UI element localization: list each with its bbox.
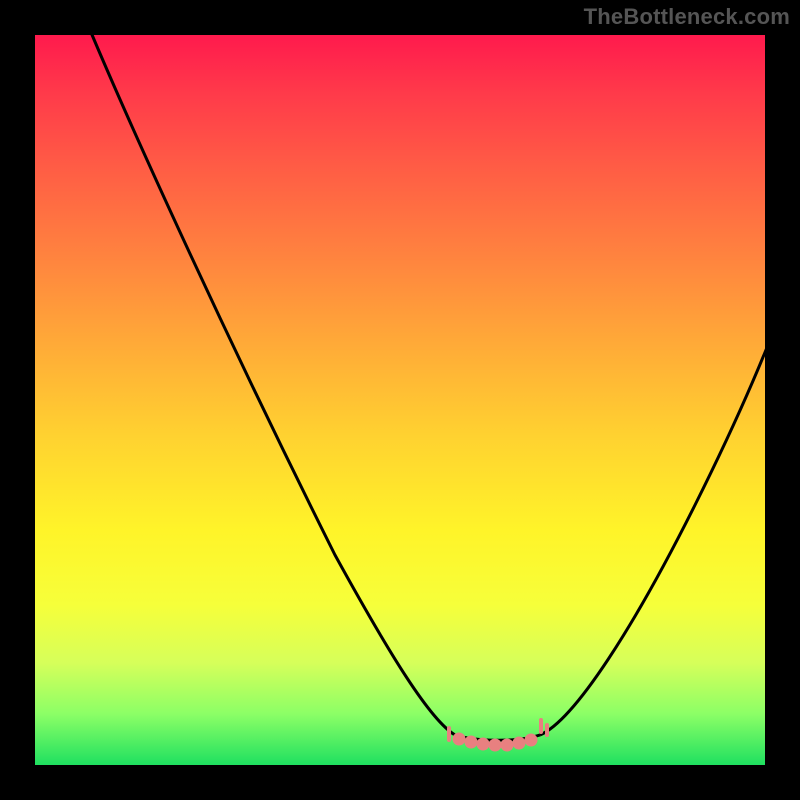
curve-layer (35, 35, 765, 765)
trough-markers (449, 720, 547, 750)
plot-area (35, 35, 765, 765)
curve-right-branch (540, 340, 770, 735)
curve-left-branch (90, 30, 455, 735)
watermark-text: TheBottleneck.com (584, 4, 790, 30)
chart-frame: TheBottleneck.com (0, 0, 800, 800)
